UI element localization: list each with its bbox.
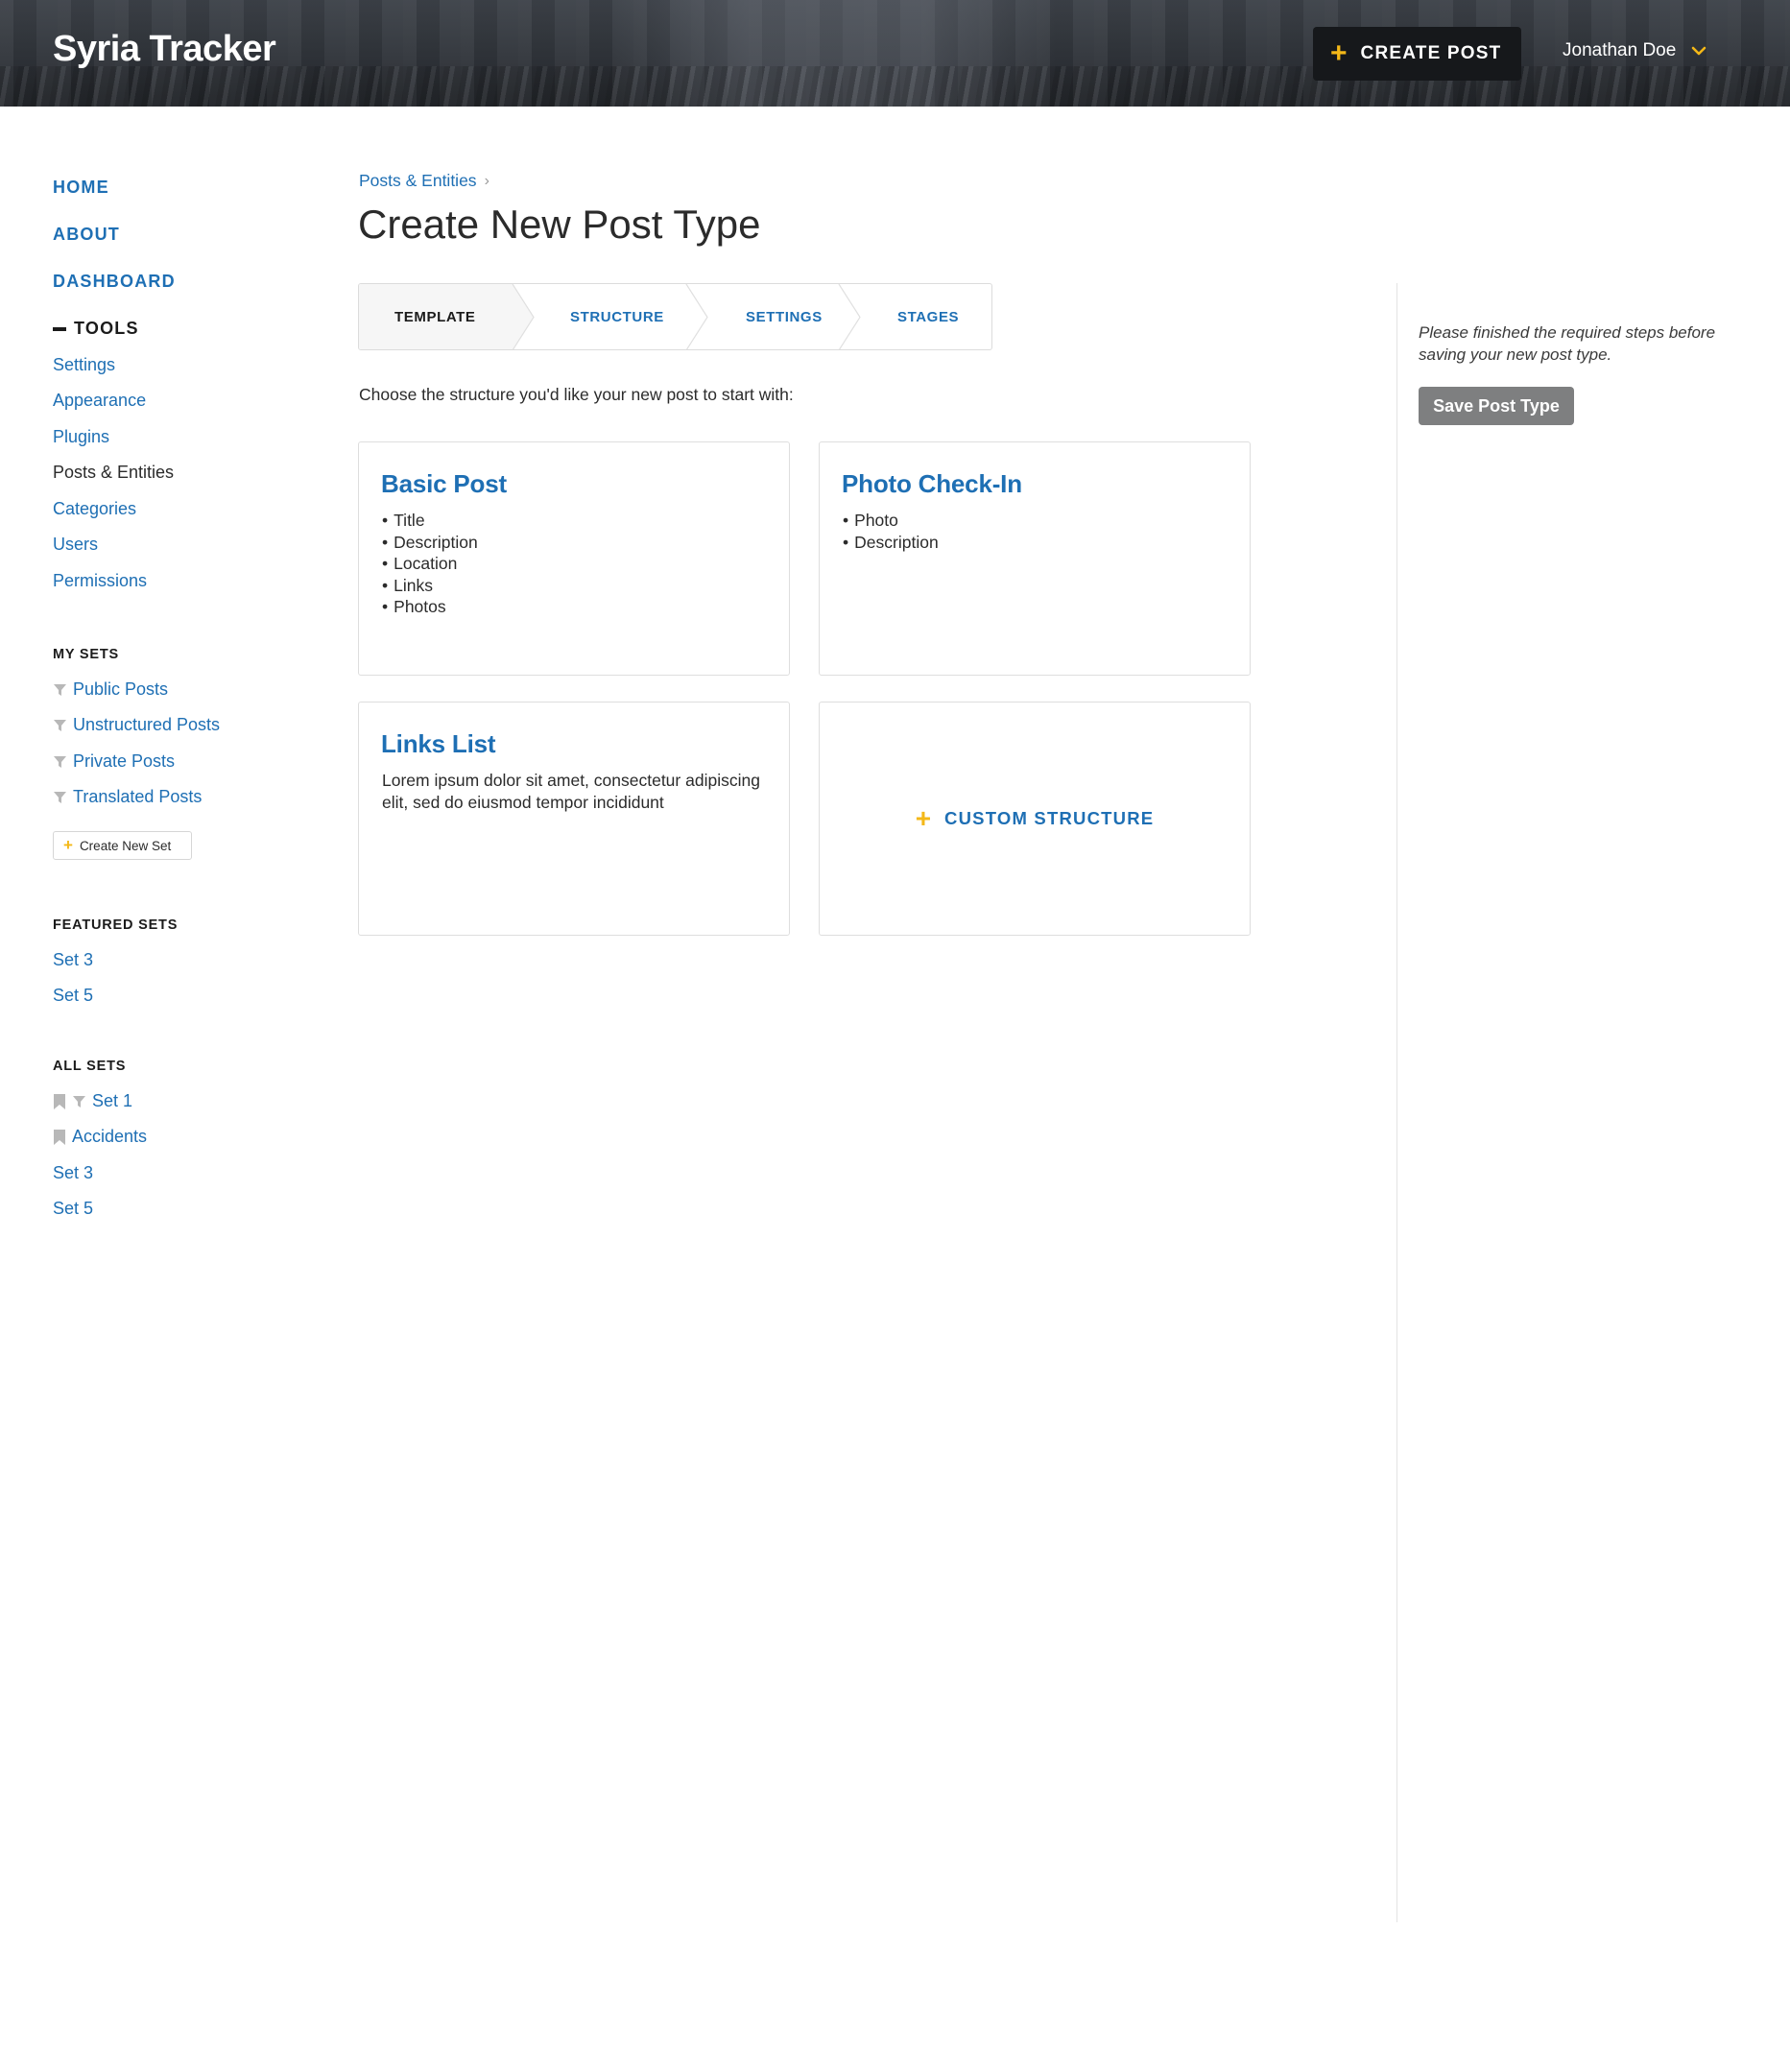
sidebar-item-settings[interactable]: Settings [53, 355, 115, 375]
chevron-right-icon: › [484, 172, 489, 189]
nav-about[interactable]: ABOUT [53, 225, 120, 245]
right-panel-divider [1396, 283, 1397, 1922]
all-set-1[interactable]: Set 1 [53, 1091, 132, 1111]
create-post-label: CREATE POST [1360, 43, 1502, 63]
card-field-list: Title Description Location Links Photos [382, 510, 478, 618]
save-post-type-button[interactable]: Save Post Type [1419, 387, 1574, 425]
plus-icon: + [1330, 37, 1348, 69]
step-stages[interactable]: STAGES [897, 284, 959, 349]
step-settings[interactable]: SETTINGS [746, 284, 823, 349]
template-card-basic-post[interactable]: Basic Post Title Description Location Li… [358, 441, 790, 676]
list-item: Description [382, 532, 478, 554]
app-title[interactable]: Syria Tracker [53, 29, 276, 70]
set-label: Set 5 [53, 1199, 94, 1218]
set-label: Set 5 [53, 986, 94, 1005]
list-item: Title [382, 510, 478, 532]
list-item: Links [382, 575, 478, 597]
card-title: Photo Check-In [842, 469, 1022, 498]
user-name: Jonathan Doe [1563, 40, 1677, 60]
card-title: Basic Post [381, 469, 507, 498]
set-label: Set 3 [53, 950, 94, 969]
filter-icon [54, 720, 66, 731]
card-description: Lorem ipsum dolor sit amet, consectetur … [382, 771, 760, 812]
sidebar-item-permissions[interactable]: Permissions [53, 571, 147, 591]
collapse-minus-icon [53, 326, 66, 331]
set-label: Public Posts [73, 679, 169, 699]
nav-tools-label: TOOLS [74, 319, 139, 338]
featured-set-3[interactable]: Set 3 [53, 950, 93, 970]
set-translated-posts[interactable]: Translated Posts [53, 787, 202, 807]
page-title: Create New Post Type [358, 202, 761, 247]
template-card-photo-check-in[interactable]: Photo Check-In Photo Description [819, 441, 1251, 676]
custom-structure-label: CUSTOM STRUCTURE [944, 808, 1155, 828]
all-set-accidents[interactable]: Accidents [53, 1127, 147, 1147]
step-wizard: TEMPLATE STRUCTURE SETTINGS STAGES [358, 283, 992, 350]
list-item: Description [843, 532, 939, 554]
nav-tools[interactable]: TOOLS [53, 319, 139, 339]
filter-icon [54, 792, 66, 803]
set-label: Set 3 [53, 1163, 94, 1182]
breadcrumb: Posts & Entities › [359, 171, 489, 191]
list-item: Photo [843, 510, 939, 532]
bookmark-icon [54, 1129, 65, 1145]
set-label: Unstructured Posts [73, 715, 221, 734]
filter-icon [73, 1096, 85, 1107]
plus-icon: + [63, 836, 73, 854]
header-background-rubble [0, 66, 1790, 107]
set-label: Private Posts [73, 751, 176, 771]
create-new-set-button[interactable]: + Create New Set [53, 831, 192, 860]
chevron-down-icon [1692, 46, 1706, 56]
set-unstructured-posts[interactable]: Unstructured Posts [53, 715, 220, 735]
template-card-links-list[interactable]: Links List Lorem ipsum dolor sit amet, c… [358, 702, 790, 936]
my-sets-heading: MY SETS [53, 647, 119, 662]
sidebar-item-users[interactable]: Users [53, 535, 98, 555]
plus-icon: + [915, 803, 932, 833]
card-field-list: Photo Description [843, 510, 939, 553]
all-set-3[interactable]: Set 3 [53, 1163, 93, 1183]
set-label: Accidents [72, 1127, 148, 1146]
create-post-button[interactable]: + CREATE POST [1313, 27, 1521, 81]
featured-set-5[interactable]: Set 5 [53, 986, 93, 1006]
featured-sets-heading: FEATURED SETS [53, 917, 179, 933]
set-public-posts[interactable]: Public Posts [53, 679, 168, 700]
list-item: Location [382, 553, 478, 575]
set-private-posts[interactable]: Private Posts [53, 751, 175, 772]
sidebar-item-posts-entities[interactable]: Posts & Entities [53, 463, 174, 483]
nav-dashboard[interactable]: DASHBOARD [53, 272, 176, 292]
sidebar-item-plugins[interactable]: Plugins [53, 427, 109, 447]
all-set-5[interactable]: Set 5 [53, 1199, 93, 1219]
sidebar-item-categories[interactable]: Categories [53, 499, 136, 519]
instructions-text: Choose the structure you'd like your new… [359, 385, 794, 404]
filter-icon [54, 756, 66, 768]
breadcrumb-link[interactable]: Posts & Entities [359, 171, 477, 191]
bookmark-icon [54, 1093, 65, 1109]
save-hint-text: Please finished the required steps befor… [1419, 323, 1716, 364]
all-sets-heading: ALL SETS [53, 1059, 127, 1074]
custom-structure-card[interactable]: + CUSTOM STRUCTURE [819, 702, 1251, 936]
user-menu[interactable]: Jonathan Doe [1563, 40, 1706, 61]
card-title: Links List [381, 729, 496, 758]
filter-icon [54, 684, 66, 696]
list-item: Photos [382, 596, 478, 618]
top-header: Syria Tracker + CREATE POST Jonathan Doe [0, 0, 1790, 107]
create-new-set-label: Create New Set [79, 838, 172, 853]
sidebar-item-appearance[interactable]: Appearance [53, 391, 146, 411]
step-structure[interactable]: STRUCTURE [570, 284, 664, 349]
nav-home[interactable]: HOME [53, 178, 109, 198]
set-label: Set 1 [92, 1091, 133, 1110]
step-template[interactable]: TEMPLATE [394, 284, 476, 349]
set-label: Translated Posts [73, 787, 203, 806]
